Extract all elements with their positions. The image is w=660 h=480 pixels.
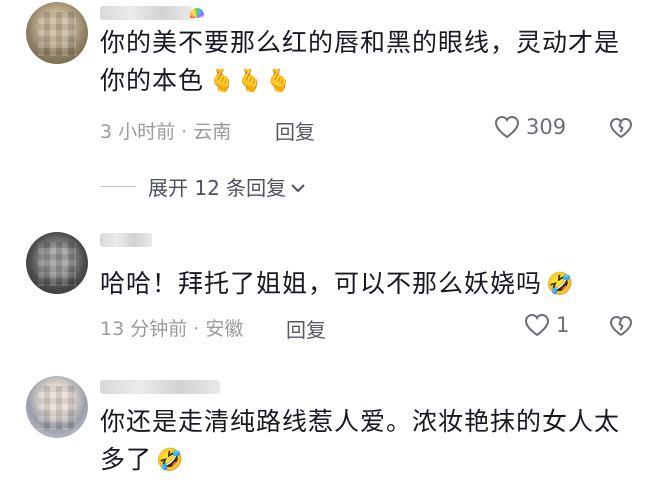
comment-text: 你的美不要那么红的唇和黑的眼线，灵动才是 你的本色 🫰🫰🫰 [100, 24, 620, 101]
comment-text: 哈哈！拜托了姐姐，可以不那么妖娆吗 🤣 [100, 265, 574, 304]
like-button[interactable]: 1 [524, 313, 569, 337]
comment-item: 你还是走清纯路线惹人爱。浓妆艳抹的女人太 多了 🤣 [0, 370, 660, 474]
rolling-laughing-emoji-icon: 🤣 [156, 448, 185, 473]
comment-text-line: 你还是走清纯路线惹人爱。浓妆艳抹的女人太 [100, 407, 621, 436]
username-blurred[interactable] [100, 6, 192, 20]
reply-button[interactable]: 回复 [275, 116, 315, 145]
comment-text-line: 你的美不要那么红的唇和黑的眼线，灵动才是 [100, 28, 621, 57]
heart-outline-icon [494, 115, 520, 139]
comment-item: 哈哈！拜托了姐姐，可以不那么妖娆吗 🤣 13 分钟前 · 安徽 回复 1 [0, 225, 660, 345]
comment-meta: 13 分钟前 · 安徽 [100, 318, 244, 340]
dislike-button[interactable] [609, 315, 633, 337]
finger-heart-emoji-icon: 🫰🫰🫰 [208, 69, 294, 94]
avatar[interactable] [26, 376, 88, 438]
like-button[interactable]: 309 [494, 115, 566, 139]
like-count: 309 [526, 115, 567, 139]
rolling-laughing-emoji-icon: 🤣 [546, 272, 575, 297]
comment-text-line: 多了 [100, 445, 153, 474]
reply-button[interactable]: 回复 [286, 314, 326, 343]
avatar[interactable] [26, 2, 88, 64]
broken-heart-icon [609, 315, 633, 337]
broken-heart-icon [609, 117, 633, 139]
chevron-down-icon [290, 175, 306, 199]
comment-text: 你还是走清纯路线惹人爱。浓妆艳抹的女人太 多了 🤣 [100, 403, 620, 480]
username-blurred[interactable] [100, 380, 220, 394]
rainbow-badge-icon [190, 8, 204, 18]
expand-replies-label: 展开 12 条回复 [148, 176, 287, 200]
comment-meta: 3 小时前 · 云南 [100, 121, 232, 143]
avatar[interactable] [26, 232, 88, 294]
comment-item: 你的美不要那么红的唇和黑的眼线，灵动才是 你的本色 🫰🫰🫰 3 小时前 · 云南 … [0, 0, 660, 160]
divider [100, 186, 136, 187]
username-blurred[interactable] [100, 233, 152, 247]
dislike-button[interactable] [609, 117, 633, 139]
comment-text-line: 哈哈！拜托了姐姐，可以不那么妖娆吗 [100, 269, 543, 298]
comment-text-line: 你的本色 [100, 66, 205, 95]
expand-replies-button[interactable]: 展开 12 条回复 [100, 172, 306, 201]
like-count: 1 [556, 313, 570, 337]
heart-outline-icon [524, 313, 550, 337]
